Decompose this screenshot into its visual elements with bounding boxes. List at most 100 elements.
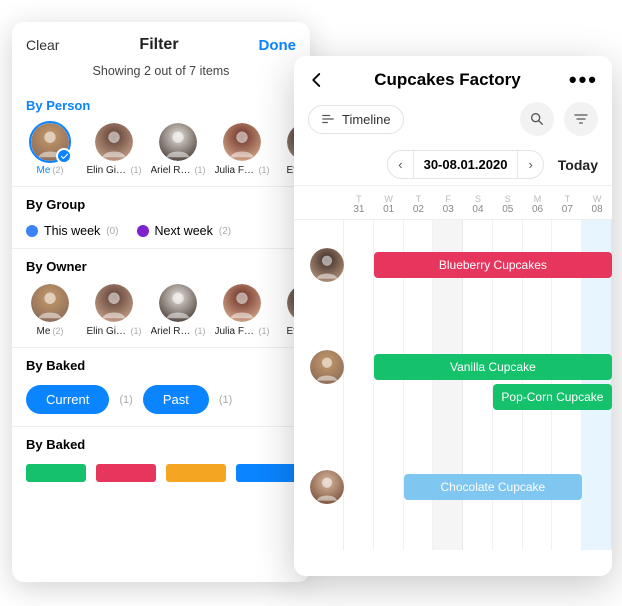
avatar <box>310 350 344 384</box>
day-column-header: T02 <box>404 194 434 215</box>
search-button[interactable] <box>520 102 554 136</box>
group-count: (2) <box>219 226 231 237</box>
chevron-left-icon <box>308 71 326 89</box>
pill-count: (1) <box>119 394 132 406</box>
person-count: (1) <box>131 326 142 336</box>
avatar <box>95 284 133 322</box>
date-row: ‹ 30-08.01.2020 › Today <box>294 146 612 185</box>
section-by-group: By Group <box>12 186 310 218</box>
pills-row: Current (1) Past (1) <box>12 379 310 426</box>
status-segment[interactable] <box>26 464 86 482</box>
group-color-dot <box>137 225 149 237</box>
group-count: (0) <box>106 226 118 237</box>
group-label: This week <box>44 224 100 238</box>
person-chip[interactable]: Me (2) <box>26 123 74 176</box>
timeline-header: Cupcakes Factory ••• <box>294 56 612 100</box>
timeline-bar[interactable]: Vanilla Cupcake <box>374 354 612 380</box>
person-count: (1) <box>259 165 270 175</box>
groups-row: This week (0) Next week (2) <box>12 218 310 248</box>
date-range-label: 30-08.01.2020 <box>413 151 519 178</box>
person-chip[interactable]: Julia Fa... (1) <box>218 123 266 176</box>
filter-icon <box>573 111 589 127</box>
section-by-person[interactable]: By Person <box>12 88 310 119</box>
person-count: (2) <box>52 326 63 336</box>
avatar <box>223 123 261 161</box>
day-column-header: W01 <box>374 194 404 215</box>
person-name: Julia Fa... <box>215 326 257 337</box>
filter-button[interactable] <box>564 102 598 136</box>
today-button[interactable]: Today <box>558 157 598 173</box>
filter-subtitle: Showing 2 out of 7 items <box>12 58 310 88</box>
timeline-bar[interactable]: Blueberry Cupcakes <box>374 252 612 278</box>
day-column-header: T07 <box>552 194 582 215</box>
person-count: (1) <box>195 326 206 336</box>
group-color-dot <box>26 225 38 237</box>
person-count: (1) <box>259 326 270 336</box>
person-name: Julia Fa... <box>215 165 257 176</box>
day-header: T31W01T02F03S04S05M06T07W08 <box>294 185 612 220</box>
timeline-bar[interactable]: Pop-Corn Cupcake <box>493 384 612 410</box>
section-by-baked-2: By Baked <box>12 426 310 458</box>
section-by-baked: By Baked <box>12 347 310 379</box>
person-chip[interactable]: Elin Gier... (1) <box>90 123 138 176</box>
pill-count: (1) <box>219 394 232 406</box>
more-button[interactable]: ••• <box>569 75 598 85</box>
owner-people-row: Me (2) Elin Gier... (1) Ariel Roi... (1) <box>12 280 310 347</box>
check-icon <box>56 148 72 164</box>
timeline-body[interactable]: Blueberry Cupcakes Vanilla Cupcake Pop-Co… <box>294 220 612 550</box>
person-chip[interactable]: Ariel Roi... (1) <box>154 284 202 337</box>
clear-button[interactable]: Clear <box>26 37 59 53</box>
person-count: (1) <box>195 165 206 175</box>
timeline-panel: Cupcakes Factory ••• Timeline ‹ 30-08.01… <box>294 56 612 576</box>
status-segment[interactable] <box>166 464 226 482</box>
done-button[interactable]: Done <box>259 37 297 54</box>
date-next[interactable]: › <box>518 151 542 178</box>
person-name: Ariel Roi... <box>151 326 193 337</box>
group-label: Next week <box>155 224 213 238</box>
avatar <box>159 123 197 161</box>
date-prev[interactable]: ‹ <box>388 151 412 178</box>
avatar <box>223 284 261 322</box>
person-name: Elin Gier... <box>87 165 129 176</box>
people-row: Me (2) Elin Gier... (1) Ariel Roi... (1) <box>12 119 310 186</box>
timeline-toolbar: Timeline <box>294 100 612 146</box>
person-count: (2) <box>52 165 63 175</box>
segments-row <box>12 458 310 494</box>
timeline-bar[interactable]: Chocolate Cupcake <box>404 474 583 500</box>
date-range-picker[interactable]: ‹ 30-08.01.2020 › <box>387 150 544 179</box>
view-chip-label: Timeline <box>342 112 391 127</box>
back-button[interactable] <box>308 71 326 89</box>
avatar <box>95 123 133 161</box>
person-chip[interactable]: Elin Gier... (1) <box>90 284 138 337</box>
avatar <box>31 284 69 322</box>
section-by-owner: By Owner <box>12 248 310 280</box>
filter-pill[interactable]: Current <box>26 385 109 414</box>
person-name: Elin Gier... <box>87 326 129 337</box>
filter-pill[interactable]: Past <box>143 385 209 414</box>
timeline-icon <box>321 112 335 126</box>
avatar <box>310 248 344 282</box>
day-column-header: W08 <box>582 194 612 215</box>
filter-panel: Clear Filter Done Showing 2 out of 7 ite… <box>12 22 310 582</box>
person-name: Me <box>37 165 51 176</box>
avatar <box>159 284 197 322</box>
person-chip[interactable]: Ariel Roi... (1) <box>154 123 202 176</box>
board-title: Cupcakes Factory <box>374 70 520 90</box>
person-count: (1) <box>131 165 142 175</box>
group-chip[interactable]: This week (0) <box>26 224 119 238</box>
view-chip-timeline[interactable]: Timeline <box>308 105 404 134</box>
search-icon <box>529 111 545 127</box>
status-segment[interactable] <box>236 464 296 482</box>
day-column-header: T31 <box>344 194 374 215</box>
filter-header: Clear Filter Done <box>12 28 310 58</box>
day-column-header: M06 <box>523 194 553 215</box>
person-name: Ariel Roi... <box>151 165 193 176</box>
group-chip[interactable]: Next week (2) <box>137 224 232 238</box>
status-segment[interactable] <box>96 464 156 482</box>
day-column-header: F03 <box>433 194 463 215</box>
day-column-header: S05 <box>493 194 523 215</box>
person-chip[interactable]: Julia Fa... (1) <box>218 284 266 337</box>
day-column-header: S04 <box>463 194 493 215</box>
person-chip[interactable]: Me (2) <box>26 284 74 337</box>
avatar <box>310 470 344 504</box>
